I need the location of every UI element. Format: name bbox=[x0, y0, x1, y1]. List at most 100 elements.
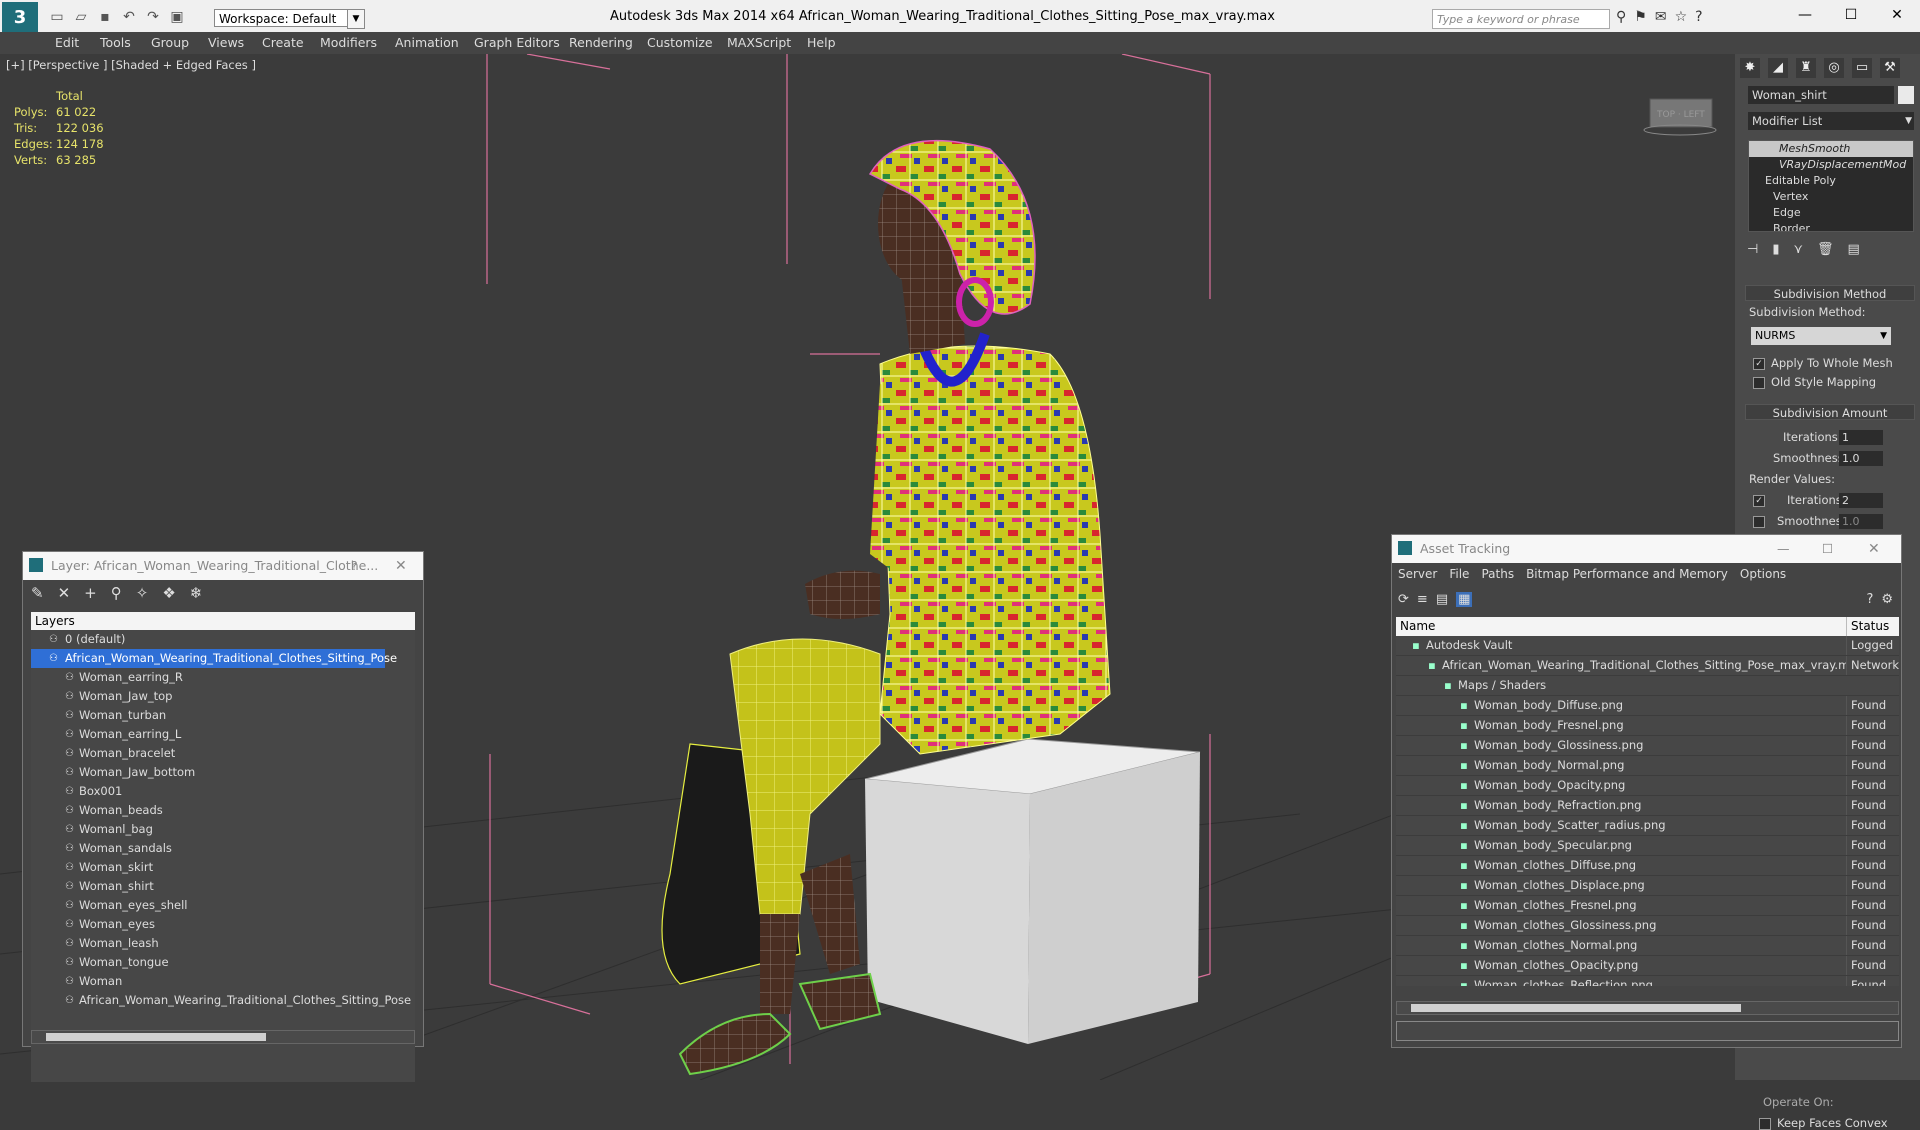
subscription-icon[interactable]: ⚑ bbox=[1634, 9, 1647, 25]
hide-all-icon[interactable]: ❖ bbox=[162, 584, 175, 602]
modifier-list-dropdown[interactable]: Modifier List ▼ bbox=[1748, 112, 1914, 130]
asset-row[interactable]: ▪ Woman_clothes_Glossiness.png Found bbox=[1396, 916, 1899, 936]
layer-item[interactable]: ⚇ Woman bbox=[31, 972, 415, 991]
layer-item[interactable]: ⚇ 0 (default) bbox=[31, 630, 415, 649]
rollout-subdivision-amount[interactable]: Subdivision Amount bbox=[1745, 404, 1915, 420]
menu-options[interactable]: Options bbox=[1740, 567, 1786, 581]
help-icon[interactable]: ? bbox=[1695, 9, 1702, 25]
asset-row[interactable]: ▪ Woman_body_Normal.png Found bbox=[1396, 756, 1899, 776]
menu-animation[interactable]: Animation bbox=[395, 35, 459, 50]
menu-edit[interactable]: Edit bbox=[55, 35, 79, 50]
open-file-icon[interactable]: ▱ bbox=[72, 8, 90, 26]
column-status[interactable]: Status bbox=[1846, 617, 1889, 636]
new-file-icon[interactable]: ▭ bbox=[48, 8, 66, 26]
stack-item-editable-poly[interactable]: Editable Poly bbox=[1749, 173, 1913, 189]
smoothness-spinner[interactable]: 1.0 bbox=[1839, 451, 1883, 466]
communication-icon[interactable]: ✉ bbox=[1655, 9, 1667, 25]
refresh-icon[interactable]: ⟳ bbox=[1398, 592, 1409, 607]
scrollbar-thumb[interactable] bbox=[1411, 1004, 1741, 1012]
stack-item-vraydisplacement[interactable]: VRayDisplacementMod bbox=[1749, 157, 1913, 173]
layer-item[interactable]: ⚇ Box001 bbox=[31, 782, 415, 801]
configure-sets-icon[interactable]: ▤ bbox=[1848, 242, 1860, 257]
select-objects-icon[interactable]: ⚲ bbox=[111, 584, 122, 602]
asset-horizontal-scrollbar[interactable] bbox=[1396, 1001, 1899, 1015]
chevron-down-icon[interactable]: ▼ bbox=[347, 9, 365, 29]
remove-modifier-icon[interactable]: 🗑 bbox=[1817, 242, 1834, 257]
layer-item[interactable]: ⚇ Woman_earring_L bbox=[31, 725, 415, 744]
layer-item[interactable]: ⚇ Woman_Jaw_bottom bbox=[31, 763, 415, 782]
settings-icon[interactable]: ⚙ bbox=[1881, 592, 1893, 607]
favorites-star-icon[interactable]: ☆ bbox=[1675, 9, 1688, 25]
layer-item[interactable]: ⚇ Woman_skirt bbox=[31, 858, 415, 877]
modify-tab-icon[interactable]: ◢ bbox=[1768, 58, 1788, 78]
render-smoothness-spinner[interactable]: 1.0 bbox=[1839, 514, 1883, 529]
detail-view-icon[interactable]: ▤ bbox=[1436, 592, 1448, 607]
close-icon[interactable]: ✕ bbox=[1868, 535, 1880, 563]
viewport-label[interactable]: [+] [Perspective ] [Shaded + Edged Faces… bbox=[6, 58, 256, 72]
display-tab-icon[interactable]: ▭ bbox=[1852, 58, 1872, 78]
app-logo-icon[interactable]: 3 bbox=[2, 2, 38, 34]
render-smoothness-checkbox[interactable] bbox=[1753, 516, 1765, 528]
stack-item-border[interactable]: Border bbox=[1749, 221, 1913, 231]
menu-file[interactable]: File bbox=[1449, 567, 1469, 581]
minimize-icon[interactable]: — bbox=[1777, 535, 1790, 563]
new-layer-icon[interactable]: ✎ bbox=[31, 584, 44, 602]
stack-item-meshsmooth[interactable]: MeshSmooth bbox=[1749, 141, 1913, 157]
close-icon[interactable]: ✕ bbox=[395, 552, 407, 580]
layer-horizontal-scrollbar[interactable] bbox=[31, 1030, 415, 1044]
menu-customize[interactable]: Customize bbox=[647, 35, 713, 50]
delete-layer-icon[interactable]: ✕ bbox=[58, 584, 71, 602]
layer-item[interactable]: ⚇ Womanl_bag bbox=[31, 820, 415, 839]
iterations-spinner[interactable]: 1 bbox=[1839, 430, 1883, 445]
maximize-icon[interactable]: ☐ bbox=[1828, 0, 1874, 32]
list-view-icon[interactable]: ≡ bbox=[1417, 592, 1428, 607]
layer-item[interactable]: ⚇ Woman_earring_R bbox=[31, 668, 415, 687]
pin-stack-icon[interactable]: ⊣ bbox=[1747, 242, 1758, 257]
rollout-subdivision-method[interactable]: Subdivision Method bbox=[1745, 285, 1915, 301]
asset-row[interactable]: ▪ African_Woman_Wearing_Traditional_Cloth… bbox=[1396, 656, 1899, 676]
minimize-icon[interactable]: — bbox=[1782, 0, 1828, 32]
menu-modifiers[interactable]: Modifiers bbox=[320, 35, 377, 50]
menu-tools[interactable]: Tools bbox=[100, 35, 131, 50]
asset-row[interactable]: ▪ Woman_body_Glossiness.png Found bbox=[1396, 736, 1899, 756]
menu-paths[interactable]: Paths bbox=[1481, 567, 1514, 581]
help-button[interactable]: ? bbox=[351, 552, 358, 580]
menu-group[interactable]: Group bbox=[151, 35, 189, 50]
stack-item-edge[interactable]: Edge bbox=[1749, 205, 1913, 221]
menu-server[interactable]: Server bbox=[1398, 567, 1437, 581]
binoculars-icon[interactable]: ⚲ bbox=[1616, 9, 1626, 25]
asset-row[interactable]: ▪ Woman_body_Fresnel.png Found bbox=[1396, 716, 1899, 736]
layer-item[interactable]: ⚇ Woman_Jaw_top bbox=[31, 687, 415, 706]
asset-row[interactable]: ▪ Woman_body_Diffuse.png Found bbox=[1396, 696, 1899, 716]
keep-faces-convex-checkbox[interactable] bbox=[1759, 1118, 1771, 1130]
freeze-all-icon[interactable]: ❄ bbox=[190, 584, 203, 602]
asset-row[interactable]: ▪ Woman_clothes_Diffuse.png Found bbox=[1396, 856, 1899, 876]
menu-rendering[interactable]: Rendering bbox=[569, 35, 633, 50]
menu-create[interactable]: Create bbox=[262, 35, 304, 50]
save-icon[interactable]: ▪ bbox=[96, 8, 114, 26]
asset-row[interactable]: ▪ Woman_clothes_Displace.png Found bbox=[1396, 876, 1899, 896]
menu-help[interactable]: Help bbox=[807, 35, 836, 50]
undo-icon[interactable]: ↶ bbox=[120, 8, 138, 26]
layer-item[interactable]: ⚇ Woman_eyes_shell bbox=[31, 896, 415, 915]
hierarchy-tab-icon[interactable]: ♜ bbox=[1796, 58, 1816, 78]
render-iterations-spinner[interactable]: 2 bbox=[1839, 493, 1883, 508]
asset-row[interactable]: ▪ Woman_body_Opacity.png Found bbox=[1396, 776, 1899, 796]
layer-item[interactable]: ⚇ African_Woman_Wearing_Traditional_Cloth… bbox=[31, 991, 415, 1010]
asset-row[interactable]: ▪ Woman_body_Refraction.png Found bbox=[1396, 796, 1899, 816]
layer-item[interactable]: ⚇ Woman_tongue bbox=[31, 953, 415, 972]
search-input[interactable]: Type a keyword or phrase bbox=[1432, 9, 1610, 29]
table-view-icon[interactable]: ▦ bbox=[1456, 592, 1473, 607]
menu-graph-editors[interactable]: Graph Editors bbox=[474, 35, 560, 50]
close-icon[interactable]: ✕ bbox=[1874, 0, 1920, 32]
old-style-mapping-checkbox[interactable] bbox=[1753, 377, 1765, 389]
redo-icon[interactable]: ↷ bbox=[144, 8, 162, 26]
asset-row[interactable]: ▪ Woman_clothes_Reflection.png Found bbox=[1396, 976, 1899, 986]
menu-views[interactable]: Views bbox=[208, 35, 244, 50]
layer-item[interactable]: ⚇ Woman_sandals bbox=[31, 839, 415, 858]
workspace-select[interactable]: Workspace: Default ▼ bbox=[214, 9, 365, 29]
asset-row[interactable]: ▪ Woman_clothes_Fresnel.png Found bbox=[1396, 896, 1899, 916]
scrollbar-thumb[interactable] bbox=[46, 1033, 266, 1041]
make-unique-icon[interactable]: ⋎ bbox=[1793, 242, 1803, 257]
layer-item[interactable]: ⚇ African_Woman_Wearing_Traditional_Cloth… bbox=[31, 649, 397, 668]
